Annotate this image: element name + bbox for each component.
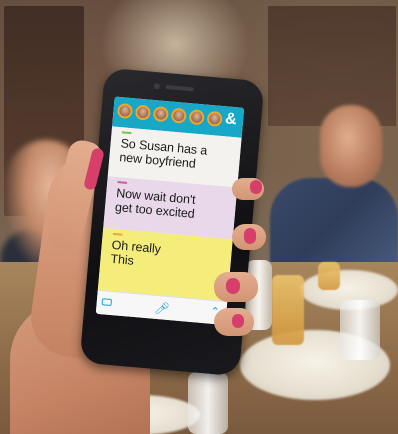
photo-scene: & So Susan has a new boyfriend Now wait … [0,0,398,434]
fingernail [232,314,244,328]
avatar-icon[interactable] [170,107,187,124]
fingernail [226,278,240,294]
avatar-icon[interactable] [134,104,152,121]
man-shirt [270,178,398,268]
smiling-man [320,105,382,187]
avatar-icon[interactable] [188,109,205,126]
caption-text: Oh really This [109,237,162,268]
juice-glass [272,275,304,345]
water-bottle [340,300,380,360]
avatar-icon[interactable] [116,102,134,120]
speaker-tag [112,232,123,236]
water-bottle [188,372,228,434]
caption-text: Now wait don't get too excited [114,186,197,221]
fingernail [244,228,256,244]
earpiece-speaker [165,84,194,92]
microphone-icon[interactable]: 🎤︎ [154,301,170,316]
front-camera [153,82,161,90]
keyboard-icon[interactable] [101,298,113,307]
speaker-tag [117,181,128,184]
avatar-icon[interactable] [206,110,223,127]
fingernail [250,180,262,194]
avatar-icon[interactable] [152,105,169,123]
caption-bubble-3: Oh really This [97,228,233,302]
cabinet-right [268,6,396,126]
juice-glass [318,262,340,290]
add-participant-button[interactable]: & [224,110,237,129]
caption-text: So Susan has a new boyfriend [118,136,208,171]
speaker-tag [121,131,132,135]
